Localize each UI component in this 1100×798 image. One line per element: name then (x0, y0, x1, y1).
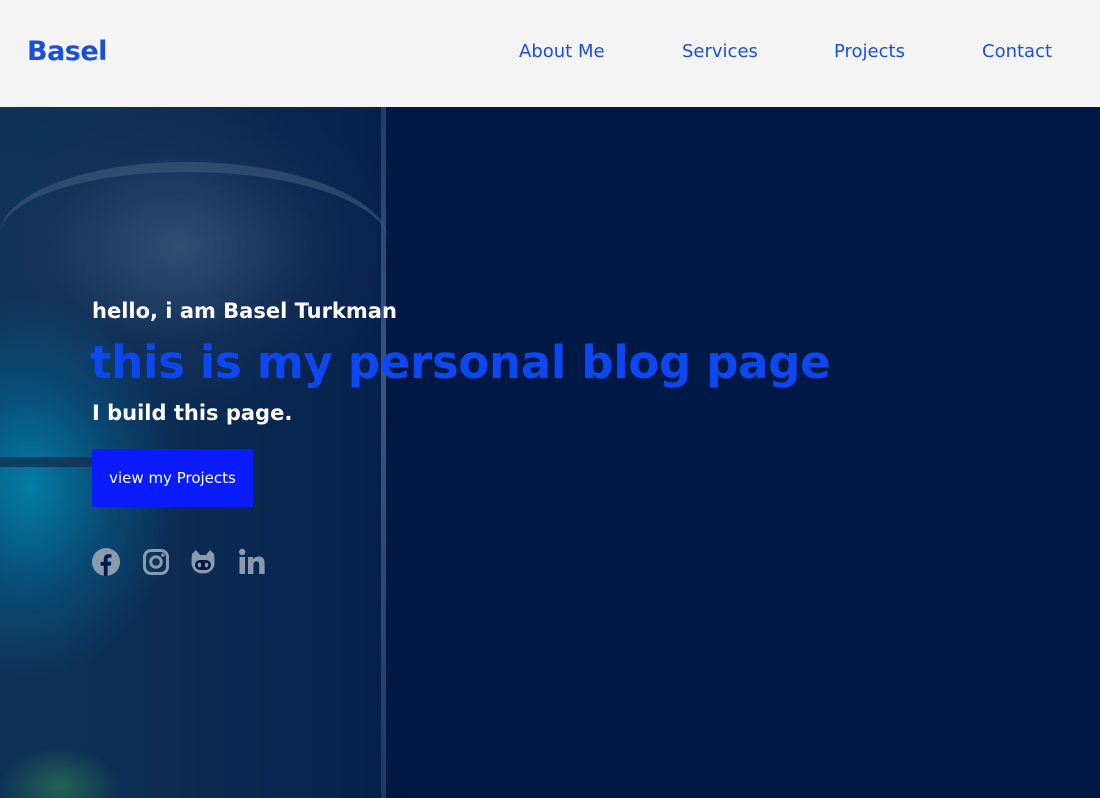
hero-subline: I build this page. (92, 401, 293, 425)
hero-section: hello, i am Basel Turkman this is my per… (0, 107, 1100, 798)
github-icon (191, 550, 215, 574)
github-link[interactable] (189, 548, 217, 576)
nav-link-about-me[interactable]: About Me (519, 40, 605, 64)
photo-cap-shape (0, 162, 390, 282)
navbar: Basel About Me Services Projects Contact (0, 0, 1100, 107)
view-projects-button[interactable]: view my Projects (92, 449, 253, 507)
brand-logo[interactable]: Basel (27, 34, 107, 70)
instagram-link[interactable] (142, 548, 170, 576)
nav-link-projects[interactable]: Projects (834, 40, 905, 64)
photo-edge-divider (381, 107, 386, 798)
linkedin-icon (239, 548, 265, 574)
facebook-icon (92, 548, 120, 576)
instagram-icon (143, 549, 169, 575)
linkedin-link[interactable] (238, 548, 266, 576)
facebook-link[interactable] (92, 548, 120, 576)
hero-intro: hello, i am Basel Turkman (92, 299, 397, 323)
nav-link-services[interactable]: Services (682, 40, 758, 64)
nav-link-contact[interactable]: Contact (982, 40, 1052, 64)
hero-headline: this is my personal blog page (90, 336, 831, 389)
